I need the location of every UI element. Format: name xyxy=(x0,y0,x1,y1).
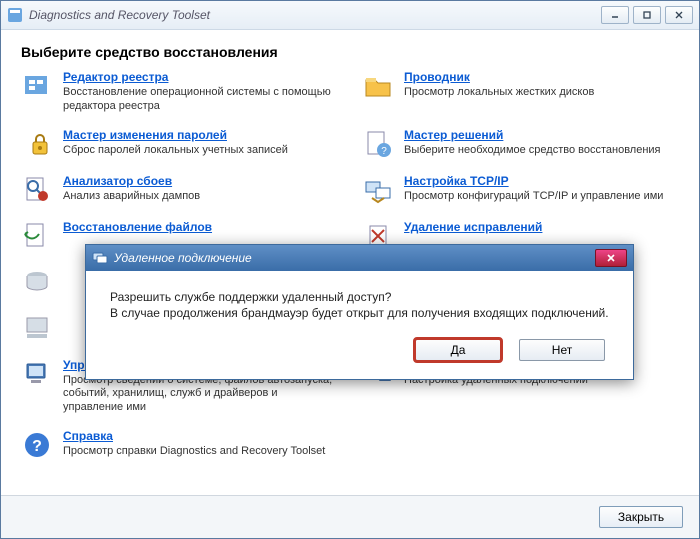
dialog-text-line2: В случае продолжения брандмауэр будет от… xyxy=(110,305,609,321)
dialog-titlebar: Удаленное подключение xyxy=(86,245,633,271)
dialog-yes-button[interactable]: Да xyxy=(415,339,501,361)
dialog-title: Удаленное подключение xyxy=(114,251,595,265)
modal-overlay: Удаленное подключение Разрешить службе п… xyxy=(1,1,699,538)
dialog-body: Разрешить службе поддержки удаленный дос… xyxy=(86,271,633,329)
dialog-text-line1: Разрешить службе поддержки удаленный дос… xyxy=(110,289,609,305)
remote-connection-dialog: Удаленное подключение Разрешить службе п… xyxy=(85,244,634,380)
remote-icon xyxy=(92,250,108,266)
dialog-close-button[interactable] xyxy=(595,249,627,267)
dialog-no-button[interactable]: Нет xyxy=(519,339,605,361)
dialog-buttons: Да Нет xyxy=(86,329,633,379)
main-window: Diagnostics and Recovery Toolset Выберит… xyxy=(0,0,700,539)
